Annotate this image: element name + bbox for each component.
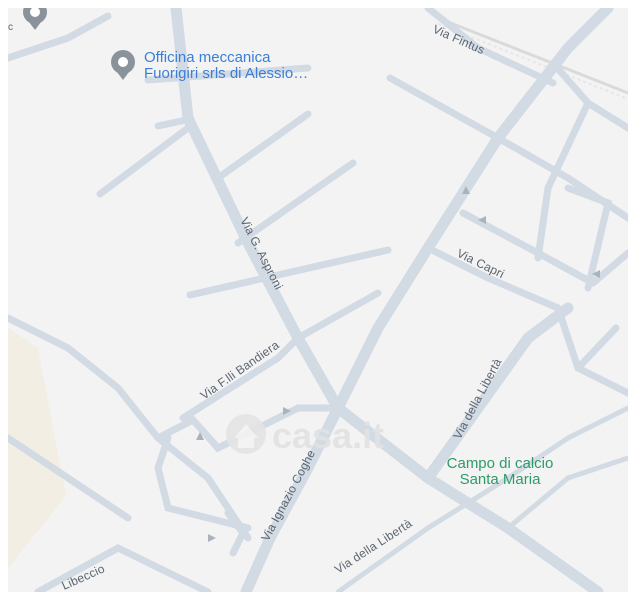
map-frame: Via Fintus Via G. Asproni Via Capri Via … [0,0,636,600]
map-pin-icon[interactable] [111,50,135,80]
edge-text: c [8,22,13,33]
poi-label-officina[interactable]: Officina meccanica Fuorigiri srls di Ale… [144,50,308,82]
watermark-text: casa.it [272,415,384,456]
map-pin-icon[interactable] [23,8,47,30]
poi-label-campo[interactable]: Campo di calcio Santa Maria [430,456,570,488]
poi-campo-line2: Santa Maria [459,471,541,488]
poi-campo-line1: Campo di calcio [446,455,554,472]
road-network [8,8,628,592]
street-label-liberta-upper: Via della Libertà [450,356,504,441]
street-label-bandiera: Via F.lli Bandiera [198,338,282,403]
street-label-coghe: Via Ignazio Coghe [258,447,318,543]
house-logo-icon [226,414,266,454]
poi-officina-line2: Fuorigiri srls di Alessio… [144,65,309,82]
map-canvas[interactable]: Via Fintus Via G. Asproni Via Capri Via … [8,8,628,592]
map-svg: Via Fintus Via G. Asproni Via Capri Via … [8,8,628,592]
poi-officina-line1: Officina meccanica [144,49,271,66]
arrow-icon [208,534,216,542]
watermark: casa.it [226,414,384,456]
